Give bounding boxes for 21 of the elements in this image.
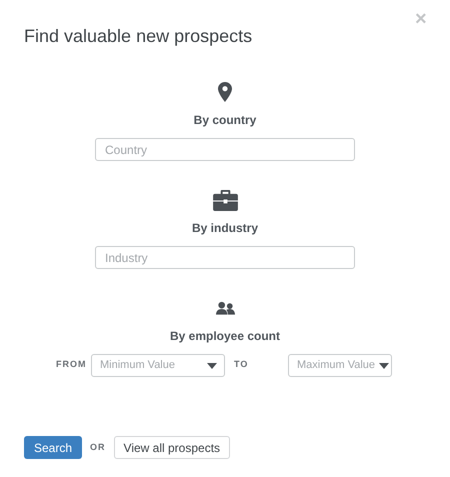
input-field[interactable]: Country xyxy=(95,138,355,161)
people-icon xyxy=(216,301,234,315)
dropdown[interactable]: Maximum Value xyxy=(288,354,392,377)
dropdown-placeholder: Maximum Value xyxy=(297,358,376,374)
filter-label: By employee count xyxy=(170,328,280,344)
briefcase-icon xyxy=(212,190,238,210)
search-button[interactable]: Search xyxy=(24,436,82,459)
input-field[interactable]: Industry xyxy=(95,246,355,269)
view-all-button[interactable]: View all prospects xyxy=(114,436,230,459)
filter-label: By country xyxy=(194,112,256,128)
caret-icon xyxy=(379,362,390,368)
dialog-title: Find valuable new prospects xyxy=(24,25,252,47)
separator-label: OR xyxy=(90,440,106,454)
filter-label: By industry xyxy=(192,220,258,236)
close-button[interactable]: × xyxy=(415,9,427,29)
dropdown[interactable]: Minimum Value xyxy=(91,354,225,377)
from-label: FROM xyxy=(56,358,86,371)
to-label: TO xyxy=(234,358,248,371)
pin-icon xyxy=(218,82,232,102)
dropdown-placeholder: Minimum Value xyxy=(100,358,175,374)
caret-icon xyxy=(207,362,217,368)
